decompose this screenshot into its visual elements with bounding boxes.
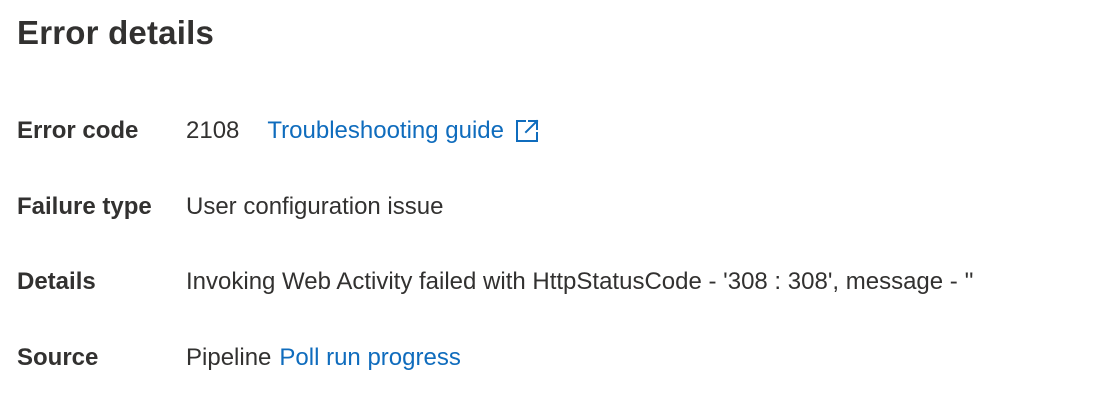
error-code-label: Error code (17, 117, 139, 144)
error-code-value-group: 2108 Troubleshooting guide (186, 117, 540, 145)
source-prefix: Pipeline (186, 344, 272, 371)
details-value: Invoking Web Activity failed with HttpSt… (186, 268, 974, 295)
failure-type-row: Failure type User configuration issue (17, 187, 443, 227)
troubleshooting-guide-label: Troubleshooting guide (267, 117, 505, 144)
details-row: Details Invoking Web Activity failed wit… (17, 262, 974, 302)
source-row: Source Pipeline Poll run progress (17, 338, 461, 378)
external-link-icon (514, 118, 540, 144)
failure-type-label: Failure type (17, 193, 152, 220)
source-value-group: Pipeline Poll run progress (186, 344, 461, 372)
details-label: Details (17, 268, 96, 295)
page-title: Error details (17, 14, 215, 51)
source-label: Source (17, 344, 99, 371)
error-code-row: Error code 2108 Troubleshooting guide (17, 111, 540, 151)
troubleshooting-guide-link[interactable]: Troubleshooting guide (267, 117, 540, 145)
error-details-panel: Error details Error code 2108 Troublesho… (0, 0, 1096, 412)
failure-type-value: User configuration issue (186, 193, 444, 220)
error-code-value: 2108 (186, 117, 240, 144)
poll-run-progress-link[interactable]: Poll run progress (279, 344, 460, 372)
